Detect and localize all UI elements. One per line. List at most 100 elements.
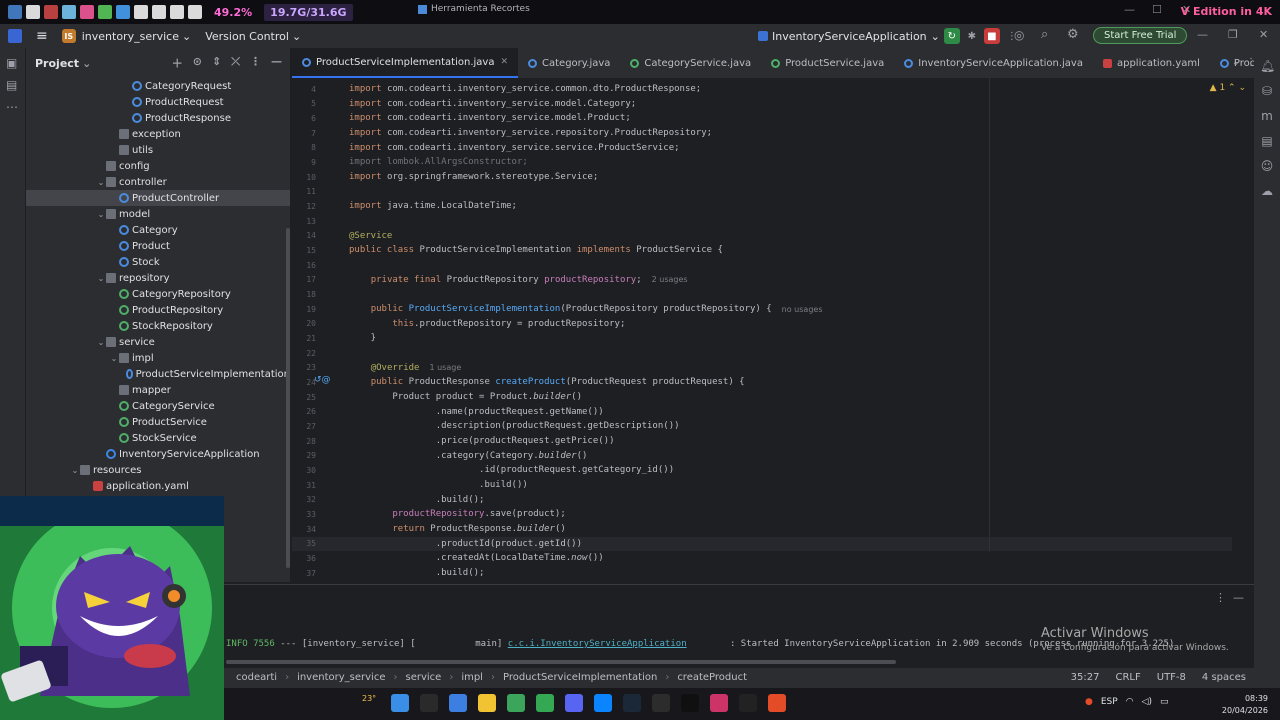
chevron-down-icon[interactable]: ⌄ (96, 274, 106, 283)
taskbar-app-icon[interactable] (739, 694, 757, 712)
endpoints-icon[interactable]: ▤ (1260, 134, 1274, 148)
main-menu-icon[interactable]: ≡ (36, 28, 48, 44)
breadcrumb-item[interactable]: codearti (236, 672, 277, 683)
tabs-overflow-icon[interactable]: ⌄ (1232, 57, 1240, 68)
run-options-icon[interactable]: ⋮ (1215, 591, 1226, 604)
tree-item[interactable]: CategoryRequest (26, 78, 290, 94)
breadcrumb-item[interactable]: ProductServiceImplementation (503, 672, 657, 683)
hide-panel-icon[interactable]: — (271, 55, 282, 71)
taskbar-app-icon[interactable] (768, 694, 786, 712)
line-ending[interactable]: CRLF (1115, 672, 1140, 683)
code-area[interactable]: 4 import com.codearti.inventory_service.c… (292, 78, 1280, 582)
ide-close-icon[interactable]: ✕ (1259, 28, 1268, 41)
rerun-icon[interactable]: ↻ (943, 28, 960, 44)
chevron-down-icon[interactable]: ⌄ (96, 178, 106, 187)
ai-assistant-icon[interactable]: ◎ (1014, 28, 1024, 42)
tree-item[interactable]: ⌄ impl (26, 350, 290, 366)
cloud-icon[interactable]: ☁ (1260, 184, 1274, 198)
expand-all-icon[interactable]: ⇕ (212, 55, 221, 71)
taskbar-app-icon[interactable] (594, 694, 612, 712)
tree-item[interactable]: ⌄ service (26, 334, 290, 350)
settings-icon[interactable]: ⚙ (1067, 27, 1079, 42)
project-panel-title[interactable]: Project (35, 57, 79, 70)
notifications-icon[interactable]: 🔔︎ (1260, 59, 1275, 73)
breadcrumb-item[interactable]: service (405, 672, 441, 683)
tree-item[interactable]: StockRepository (26, 318, 290, 334)
taskbar-app-icon[interactable] (420, 694, 438, 712)
project-selector[interactable]: inventory_service ⌄ (82, 30, 191, 43)
editor-tab[interactable]: ProductServiceImplementation.java ✕ (292, 48, 519, 78)
tree-item[interactable]: ⌄ model (26, 206, 290, 222)
start-trial-button[interactable]: Start Free Trial (1093, 27, 1188, 44)
os-tray-app-icon[interactable] (170, 5, 184, 19)
chevron-down-icon[interactable]: ⌄ (82, 57, 91, 70)
breadcrumb-item[interactable]: createProduct (677, 672, 747, 683)
indent-setting[interactable]: 4 spaces (1202, 672, 1246, 683)
hide-run-panel-icon[interactable]: — (1233, 591, 1244, 604)
tree-item[interactable]: utils (26, 142, 290, 158)
cursor-position[interactable]: 35:27 (1071, 672, 1100, 683)
os-tray-app-icon[interactable] (152, 5, 166, 19)
os-tray-app-icon[interactable] (98, 5, 112, 19)
warning-indicator[interactable]: ▲ 1 ⌃ ⌄ (1210, 83, 1246, 93)
tree-item[interactable]: ⌄ controller (26, 174, 290, 190)
log-logger-link[interactable]: c.c.i.InventoryServiceApplication (508, 639, 687, 649)
os-tray-app-icon[interactable] (44, 5, 58, 19)
debug-icon[interactable]: ✱ (964, 28, 980, 44)
battery-icon[interactable]: ▭ (1160, 697, 1169, 707)
chevron-down-icon[interactable]: ⌄ (109, 354, 119, 363)
os-tray-app-icon[interactable] (26, 5, 40, 19)
os-tray-app-icon[interactable] (8, 5, 22, 19)
minimize-icon[interactable]: — (1124, 3, 1135, 16)
maximize-icon[interactable]: ☐ (1152, 3, 1162, 16)
tree-item[interactable]: ProductResponse (26, 110, 290, 126)
taskbar-app-icon[interactable] (652, 694, 670, 712)
tree-item[interactable]: CategoryService (26, 398, 290, 414)
os-tray-app-icon[interactable] (116, 5, 130, 19)
breadcrumb-item[interactable]: inventory_service (297, 672, 385, 683)
taskbar-app-icon[interactable] (565, 694, 583, 712)
tree-item[interactable]: config (26, 158, 290, 174)
tree-item[interactable]: ProductRequest (26, 94, 290, 110)
taskbar-app-icon[interactable] (507, 694, 525, 712)
tree-item[interactable]: exception (26, 126, 290, 142)
os-tray-app-icon[interactable] (80, 5, 94, 19)
tree-item[interactable]: StockService (26, 430, 290, 446)
weather-widget[interactable]: 23° (362, 694, 380, 712)
language-indicator[interactable]: ESP (1101, 697, 1118, 707)
ide-minimize-icon[interactable]: — (1197, 28, 1208, 41)
more-tools-icon[interactable]: ⋯ (6, 100, 20, 114)
stop-icon[interactable]: ■ (983, 28, 1000, 44)
override-gutter-icon[interactable]: ↺@ (314, 375, 331, 385)
editor-tab[interactable]: application.yaml (1093, 48, 1210, 78)
editor-tab[interactable]: InventoryServiceApplication.java (894, 48, 1093, 78)
taskbar-app-icon[interactable] (391, 694, 409, 712)
volume-icon[interactable]: ◁) (1142, 697, 1152, 707)
chevron-down-icon[interactable]: ⌄ (96, 210, 106, 219)
tree-item[interactable]: InventoryServiceApplication (26, 446, 290, 462)
tree-item[interactable]: mapper (26, 382, 290, 398)
tree-item[interactable]: Stock (26, 254, 290, 270)
taskbar-app-icon[interactable] (623, 694, 641, 712)
maven-icon[interactable]: m (1260, 109, 1274, 123)
tree-item[interactable]: ProductRepository (26, 302, 290, 318)
editor-tab[interactable]: Category.java (518, 48, 620, 78)
tree-item[interactable]: Product (26, 238, 290, 254)
editor-tab[interactable]: CategoryService.java (620, 48, 761, 78)
wifi-icon[interactable]: ◠ (1126, 697, 1134, 707)
tree-item[interactable]: application.yaml (26, 478, 290, 494)
editor-tab[interactable]: ProductService.java (761, 48, 894, 78)
locate-icon[interactable]: ⊙ (193, 55, 202, 71)
os-tray-app-icon[interactable] (62, 5, 76, 19)
os-tray-app-icon[interactable] (188, 5, 202, 19)
chrome-tray-icon[interactable]: ● (1085, 697, 1093, 707)
structure-tool-icon[interactable]: ▤ (6, 78, 20, 92)
taskbar-app-icon[interactable] (681, 694, 699, 712)
taskbar-app-icon[interactable] (536, 694, 554, 712)
breadcrumb-item[interactable]: impl (461, 672, 483, 683)
tree-item[interactable]: ⌄ resources (26, 462, 290, 478)
chevron-down-icon[interactable]: ⌄ (96, 338, 106, 347)
add-icon[interactable]: ＋ (172, 55, 183, 71)
console-hscrollbar[interactable] (226, 660, 896, 664)
options-icon[interactable]: ⋮ (250, 55, 261, 71)
